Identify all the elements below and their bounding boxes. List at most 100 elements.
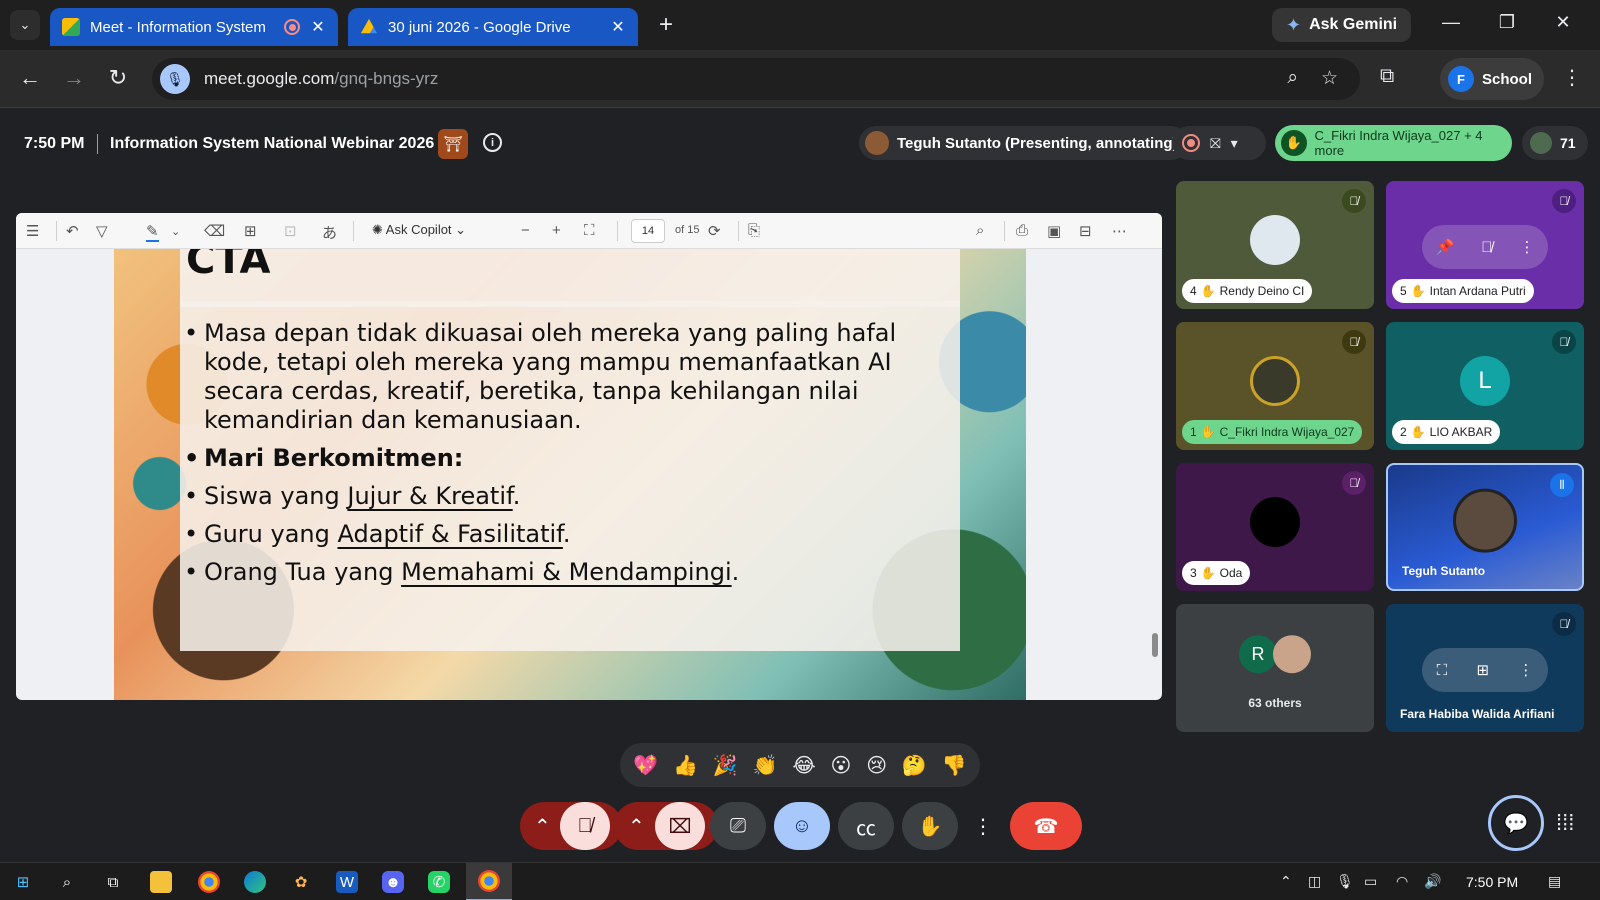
read-aloud-icon[interactable]: あ: [322, 222, 337, 243]
mic-toggle-button[interactable]: 🎙̸: [560, 802, 610, 850]
chrome-icon[interactable]: [198, 871, 220, 893]
recording-status-button[interactable]: ⛝ ▾: [1172, 126, 1266, 160]
host-controls-icon[interactable]: ⛩: [438, 129, 468, 159]
activities-apps-icon[interactable]: ⁞⁞⁞: [1556, 810, 1574, 836]
reaction-thinking[interactable]: 🤔: [902, 753, 927, 778]
reaction-sad[interactable]: 😢: [866, 753, 887, 778]
raise-hand-button[interactable]: ✋: [902, 802, 958, 850]
page-number-input[interactable]: 14: [631, 219, 665, 243]
zoom-in-icon[interactable]: +: [552, 222, 561, 239]
tab-search-chevron-icon[interactable]: ⌄: [10, 10, 40, 40]
chevron-down-icon[interactable]: ⌄: [171, 225, 180, 238]
whatsapp-icon[interactable]: ✆: [428, 871, 450, 893]
add-to-frame-icon[interactable]: ⊞: [1476, 661, 1489, 679]
frame-person-icon[interactable]: ⛶: [1437, 662, 1448, 679]
new-tab-button[interactable]: +: [652, 12, 680, 40]
participant-tile[interactable]: 🎙̸ 3 ✋ Oda: [1176, 463, 1374, 591]
more-options-icon[interactable]: ⋮: [1518, 661, 1533, 679]
battery-icon[interactable]: ▭: [1364, 873, 1377, 890]
undo-icon[interactable]: ↶: [66, 222, 79, 240]
ask-copilot-button[interactable]: ✺ Ask Copilot ⌄: [372, 222, 466, 238]
reaction-thumbs-up[interactable]: 👍: [673, 753, 698, 778]
chrome-active-taskbar-icon[interactable]: [466, 863, 512, 900]
tray-overflow-chevron-icon[interactable]: ⌃: [1280, 873, 1292, 890]
save-as-icon[interactable]: ⊟: [1079, 222, 1092, 240]
participant-tile-presenter[interactable]: ⦀ Teguh Sutanto: [1386, 463, 1584, 591]
tab-meet[interactable]: Meet - Information System ✕: [50, 8, 338, 46]
close-tab-icon[interactable]: ✕: [610, 17, 626, 37]
eraser-icon[interactable]: ⌫: [204, 222, 225, 240]
notifications-icon[interactable]: ▤: [1548, 873, 1561, 890]
participant-tile[interactable]: 🎙̸ 📌 🎙̸ ⋮ 5 ✋ Intan Ardana Putri: [1386, 181, 1584, 309]
discord-icon[interactable]: ☻: [382, 871, 404, 893]
profile-button[interactable]: F School: [1440, 58, 1544, 100]
search-icon[interactable]: ⌕: [56, 871, 78, 893]
participant-tile[interactable]: 🎙̸ ⛶ ⊞ ⋮ Fara Habiba Walida Arifiani: [1386, 604, 1584, 732]
reaction-party[interactable]: 🎉: [713, 753, 738, 778]
more-options-button[interactable]: ⋮: [968, 802, 998, 850]
ask-gemini-button[interactable]: ✦ Ask Gemini: [1272, 8, 1412, 42]
text-box-icon[interactable]: ⊞: [244, 222, 257, 240]
raised-hand-icon: ✋: [1281, 130, 1307, 156]
bookmark-star-icon[interactable]: ☆: [1321, 67, 1338, 90]
participant-tile[interactable]: 🎙̸ L 2 ✋ LIO AKBAR: [1386, 322, 1584, 450]
present-screen-button[interactable]: ⎚: [710, 802, 766, 850]
camera-options-chevron-icon[interactable]: ⌃: [628, 814, 645, 839]
minimize-icon[interactable]: —: [1436, 12, 1466, 33]
others-tile[interactable]: R 63 others: [1176, 604, 1374, 732]
reaction-surprised[interactable]: 😮: [831, 753, 852, 778]
participant-tile[interactable]: 🎙̸ 4 ✋ Rendy Deino CI: [1176, 181, 1374, 309]
zoom-icon[interactable]: ⌕: [1287, 67, 1298, 89]
reaction-laugh[interactable]: 😂: [792, 753, 815, 778]
taskbar-clock[interactable]: 7:50 PM: [1466, 874, 1518, 890]
photo-app-icon[interactable]: ✿: [290, 871, 312, 893]
more-options-icon[interactable]: ⋯: [1112, 222, 1127, 240]
camera-toggle-button[interactable]: ⌧: [655, 802, 705, 850]
file-explorer-icon[interactable]: [150, 871, 172, 893]
print-icon[interactable]: ⎙: [1016, 222, 1028, 239]
extensions-puzzle-icon[interactable]: ⧉: [1380, 65, 1394, 88]
contents-list-icon[interactable]: ☰: [26, 222, 39, 240]
draw-pen-icon[interactable]: ✎: [146, 222, 159, 242]
reaction-thumbs-down[interactable]: 👎: [942, 753, 967, 778]
restore-icon[interactable]: ❐: [1492, 12, 1522, 33]
close-tab-icon[interactable]: ✕: [310, 17, 326, 37]
site-info-mic-icon[interactable]: 🎙: [160, 64, 190, 94]
browser-menu-icon[interactable]: ⋮: [1562, 65, 1582, 90]
highlighter-icon[interactable]: ▽: [96, 222, 108, 240]
more-options-icon[interactable]: ⋮: [1519, 238, 1534, 256]
participant-tile[interactable]: 🎙̸ 1 ✋ C_Fikri Indra Wijaya_027: [1176, 322, 1374, 450]
chat-button[interactable]: 💬: [1488, 795, 1544, 851]
reaction-clap[interactable]: 👏: [753, 753, 778, 778]
volume-icon[interactable]: 🔊: [1424, 873, 1441, 890]
presenter-chip[interactable]: Teguh Sutanto (Presenting, annotating): [859, 126, 1188, 160]
two-page-view-icon[interactable]: ⎘: [748, 222, 760, 239]
task-view-icon[interactable]: ⧉: [102, 871, 124, 893]
pin-icon[interactable]: 📌: [1436, 238, 1455, 256]
save-icon[interactable]: ▣: [1047, 222, 1061, 240]
word-icon[interactable]: W: [336, 871, 358, 893]
pdf-scrollbar[interactable]: [1152, 633, 1158, 657]
meeting-info-icon[interactable]: i: [483, 133, 502, 152]
mic-options-chevron-icon[interactable]: ⌃: [534, 814, 551, 839]
emoji-reactions-button[interactable]: ☺: [774, 802, 830, 850]
raised-hands-chip[interactable]: ✋ C_Fikri Indra Wijaya_027 + 4 more: [1275, 125, 1512, 161]
fit-page-icon[interactable]: ⛶: [584, 222, 595, 239]
reload-icon[interactable]: ↻: [104, 65, 132, 91]
captions-button[interactable]: ㏄: [838, 802, 894, 850]
reaction-heart[interactable]: 💖: [633, 753, 658, 778]
zoom-out-icon[interactable]: −: [521, 222, 530, 239]
address-bar[interactable]: 🎙 meet.google.com/gnq-bngs-yrz ⌕ ☆: [152, 58, 1360, 100]
close-window-icon[interactable]: ✕: [1548, 12, 1578, 33]
leave-call-button[interactable]: ☎: [1010, 802, 1082, 850]
back-icon[interactable]: ←: [16, 65, 44, 91]
search-icon[interactable]: ⌕: [976, 222, 984, 239]
mute-icon[interactable]: 🎙̸: [1481, 239, 1492, 256]
participants-button[interactable]: 71: [1522, 126, 1588, 160]
windows-start-icon[interactable]: ⊞: [12, 871, 34, 893]
wifi-icon[interactable]: ◠: [1396, 873, 1408, 890]
edge-icon[interactable]: [244, 871, 266, 893]
forward-icon[interactable]: →: [60, 65, 88, 91]
rotate-icon[interactable]: ⟳: [708, 222, 721, 240]
tab-google-drive[interactable]: 30 juni 2026 - Google Drive ✕: [348, 8, 638, 46]
